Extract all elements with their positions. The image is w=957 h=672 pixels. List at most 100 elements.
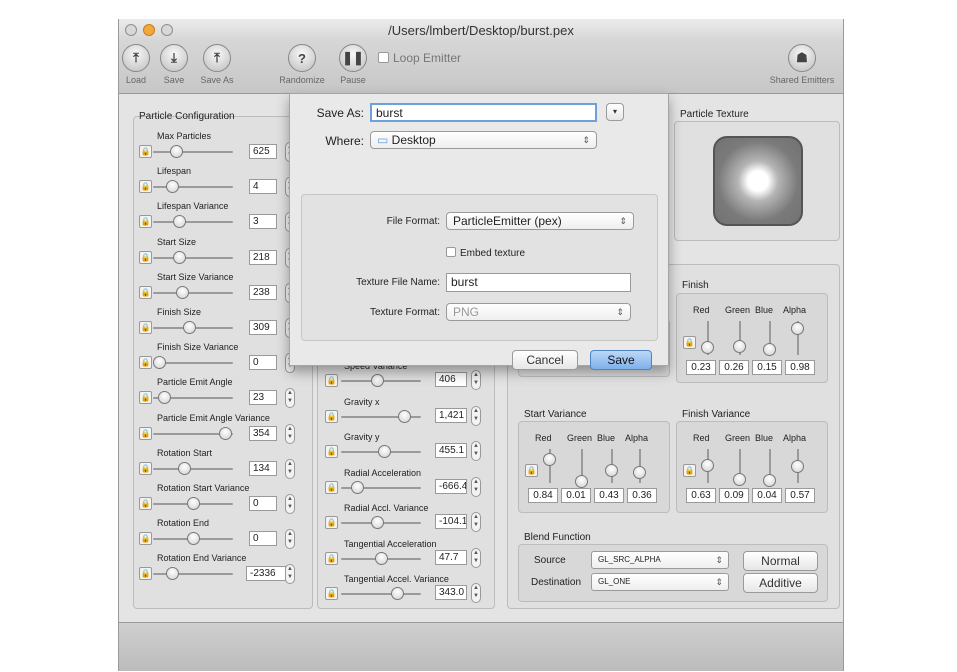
slider-knob[interactable]: [374, 551, 388, 565]
value-field[interactable]: 455.1: [435, 443, 467, 458]
color-value-field[interactable]: 0.04: [752, 488, 782, 503]
color-value-field[interactable]: 0.36: [627, 488, 657, 503]
slider-knob[interactable]: [377, 445, 391, 458]
lock-icon[interactable]: 🔒: [139, 567, 152, 581]
slider-knob[interactable]: [397, 409, 411, 423]
cancel-button[interactable]: Cancel: [512, 350, 578, 370]
value-field[interactable]: 3: [249, 214, 277, 230]
save-as-toolbar-button[interactable]: ⤒ Save As: [195, 44, 239, 85]
slider-track[interactable]: [153, 291, 233, 294]
color-value-field[interactable]: 0.09: [719, 488, 749, 503]
randomize-button[interactable]: ? Randomize: [274, 44, 330, 85]
slider-knob[interactable]: [351, 480, 365, 494]
stepper-icon[interactable]: ▲▼: [471, 370, 481, 390]
file-format-select[interactable]: ParticleEmitter (pex) ⇕: [446, 212, 634, 230]
lock-icon[interactable]: 🔒: [139, 180, 152, 194]
value-field[interactable]: 343.0: [435, 585, 467, 600]
stepper-icon[interactable]: ▲▼: [285, 529, 295, 550]
value-field[interactable]: 309: [249, 320, 277, 335]
lock-icon[interactable]: 🔒: [325, 551, 338, 565]
color-slider-knob[interactable]: [763, 473, 776, 487]
color-slider-knob[interactable]: [733, 472, 746, 486]
slider-track[interactable]: [153, 256, 233, 259]
additive-button[interactable]: Additive: [743, 573, 818, 593]
value-field[interactable]: 625: [249, 144, 277, 159]
slider-track[interactable]: [153, 151, 233, 153]
loop-emitter-checkbox[interactable]: Loop Emitter: [378, 51, 461, 65]
color-value-field[interactable]: 0.84: [528, 488, 558, 503]
stepper-icon[interactable]: ▲▼: [471, 583, 481, 603]
stepper-icon[interactable]: ▲▼: [471, 441, 481, 461]
color-value-field[interactable]: 0.43: [594, 488, 624, 503]
value-field[interactable]: 0: [249, 496, 277, 511]
color-slider-knob[interactable]: [575, 474, 588, 488]
slider-knob[interactable]: [218, 426, 232, 440]
lock-icon[interactable]: 🔒: [325, 374, 338, 387]
texture-name-input[interactable]: burst: [446, 273, 631, 292]
stepper-icon[interactable]: ▲▼: [285, 423, 295, 444]
loop-checkbox-box[interactable]: [378, 52, 389, 63]
color-slider-knob[interactable]: [791, 321, 804, 335]
save-button[interactable]: Save: [590, 350, 652, 370]
color-value-field[interactable]: 0.57: [785, 488, 815, 503]
color-value-field[interactable]: 0.98: [785, 360, 815, 375]
stepper-icon[interactable]: ▲▼: [471, 512, 481, 532]
slider-knob[interactable]: [186, 497, 200, 510]
value-field[interactable]: 47.7: [435, 549, 467, 565]
pause-button[interactable]: ❚❚ Pause: [336, 44, 370, 85]
slider-knob[interactable]: [186, 532, 200, 546]
lock-icon[interactable]: 🔒: [139, 426, 152, 440]
slider-knob[interactable]: [169, 145, 183, 158]
value-field[interactable]: 238: [249, 284, 277, 300]
value-field[interactable]: 0: [249, 531, 277, 547]
lock-icon[interactable]: 🔒: [139, 356, 152, 370]
value-field[interactable]: 406: [435, 372, 467, 387]
lock-icon[interactable]: 🔒: [139, 461, 152, 475]
lock-icon[interactable]: 🔒: [325, 409, 338, 423]
lock-icon[interactable]: 🔒: [139, 250, 152, 264]
save-toolbar-button[interactable]: ⤓ Save: [157, 44, 191, 85]
value-field[interactable]: -2336: [246, 566, 286, 582]
color-slider-knob[interactable]: [605, 463, 618, 477]
lock-icon[interactable]: 🔒: [525, 464, 538, 477]
blend-source-select[interactable]: GL_SRC_ALPHA ⇕: [591, 551, 729, 569]
where-select[interactable]: ▭ Desktop ⇕: [370, 131, 597, 149]
slider-track[interactable]: [341, 593, 421, 595]
lock-icon[interactable]: 🔒: [139, 215, 152, 229]
lock-icon[interactable]: 🔒: [139, 391, 152, 405]
lock-icon[interactable]: 🔒: [325, 587, 338, 600]
slider-track[interactable]: [153, 467, 233, 470]
stepper-icon[interactable]: ▲▼: [471, 476, 481, 497]
value-field[interactable]: 1,421: [435, 407, 467, 423]
shared-emitters-button[interactable]: ☗ Shared Emitters: [759, 44, 843, 85]
color-slider-knob[interactable]: [701, 458, 714, 472]
value-field[interactable]: -666.4: [435, 478, 467, 494]
lock-icon[interactable]: 🔒: [683, 464, 696, 477]
filename-input[interactable]: burst: [370, 103, 597, 122]
slider-knob[interactable]: [177, 461, 191, 475]
stepper-icon[interactable]: ▲▼: [471, 405, 481, 426]
lock-icon[interactable]: 🔒: [325, 445, 338, 458]
stepper-icon[interactable]: ▲▼: [285, 388, 295, 409]
value-field[interactable]: 4: [249, 179, 277, 195]
lock-icon[interactable]: 🔒: [139, 497, 152, 510]
lock-icon[interactable]: 🔒: [683, 336, 696, 349]
load-button[interactable]: ⤒ Load: [119, 44, 153, 85]
color-value-field[interactable]: 0.63: [686, 488, 716, 503]
lock-icon[interactable]: 🔒: [139, 321, 152, 334]
lock-icon[interactable]: 🔒: [139, 145, 152, 158]
texture-format-select[interactable]: PNG ⇕: [446, 303, 631, 321]
color-slider-knob[interactable]: [701, 341, 714, 355]
normal-button[interactable]: Normal: [743, 551, 818, 571]
color-value-field[interactable]: 0.01: [561, 488, 591, 503]
blend-dest-select[interactable]: GL_ONE ⇕: [591, 573, 729, 591]
value-field[interactable]: -104.1: [435, 514, 467, 529]
lock-icon[interactable]: 🔒: [139, 532, 152, 546]
value-field[interactable]: 354: [249, 425, 277, 441]
embed-texture-checkbox[interactable]: Embed texture: [446, 247, 525, 259]
color-slider-knob[interactable]: [763, 343, 776, 357]
stepper-icon[interactable]: ▲▼: [285, 494, 295, 514]
lock-icon[interactable]: 🔒: [139, 285, 152, 299]
color-value-field[interactable]: 0.26: [719, 360, 749, 375]
color-value-field[interactable]: 0.15: [752, 360, 782, 375]
